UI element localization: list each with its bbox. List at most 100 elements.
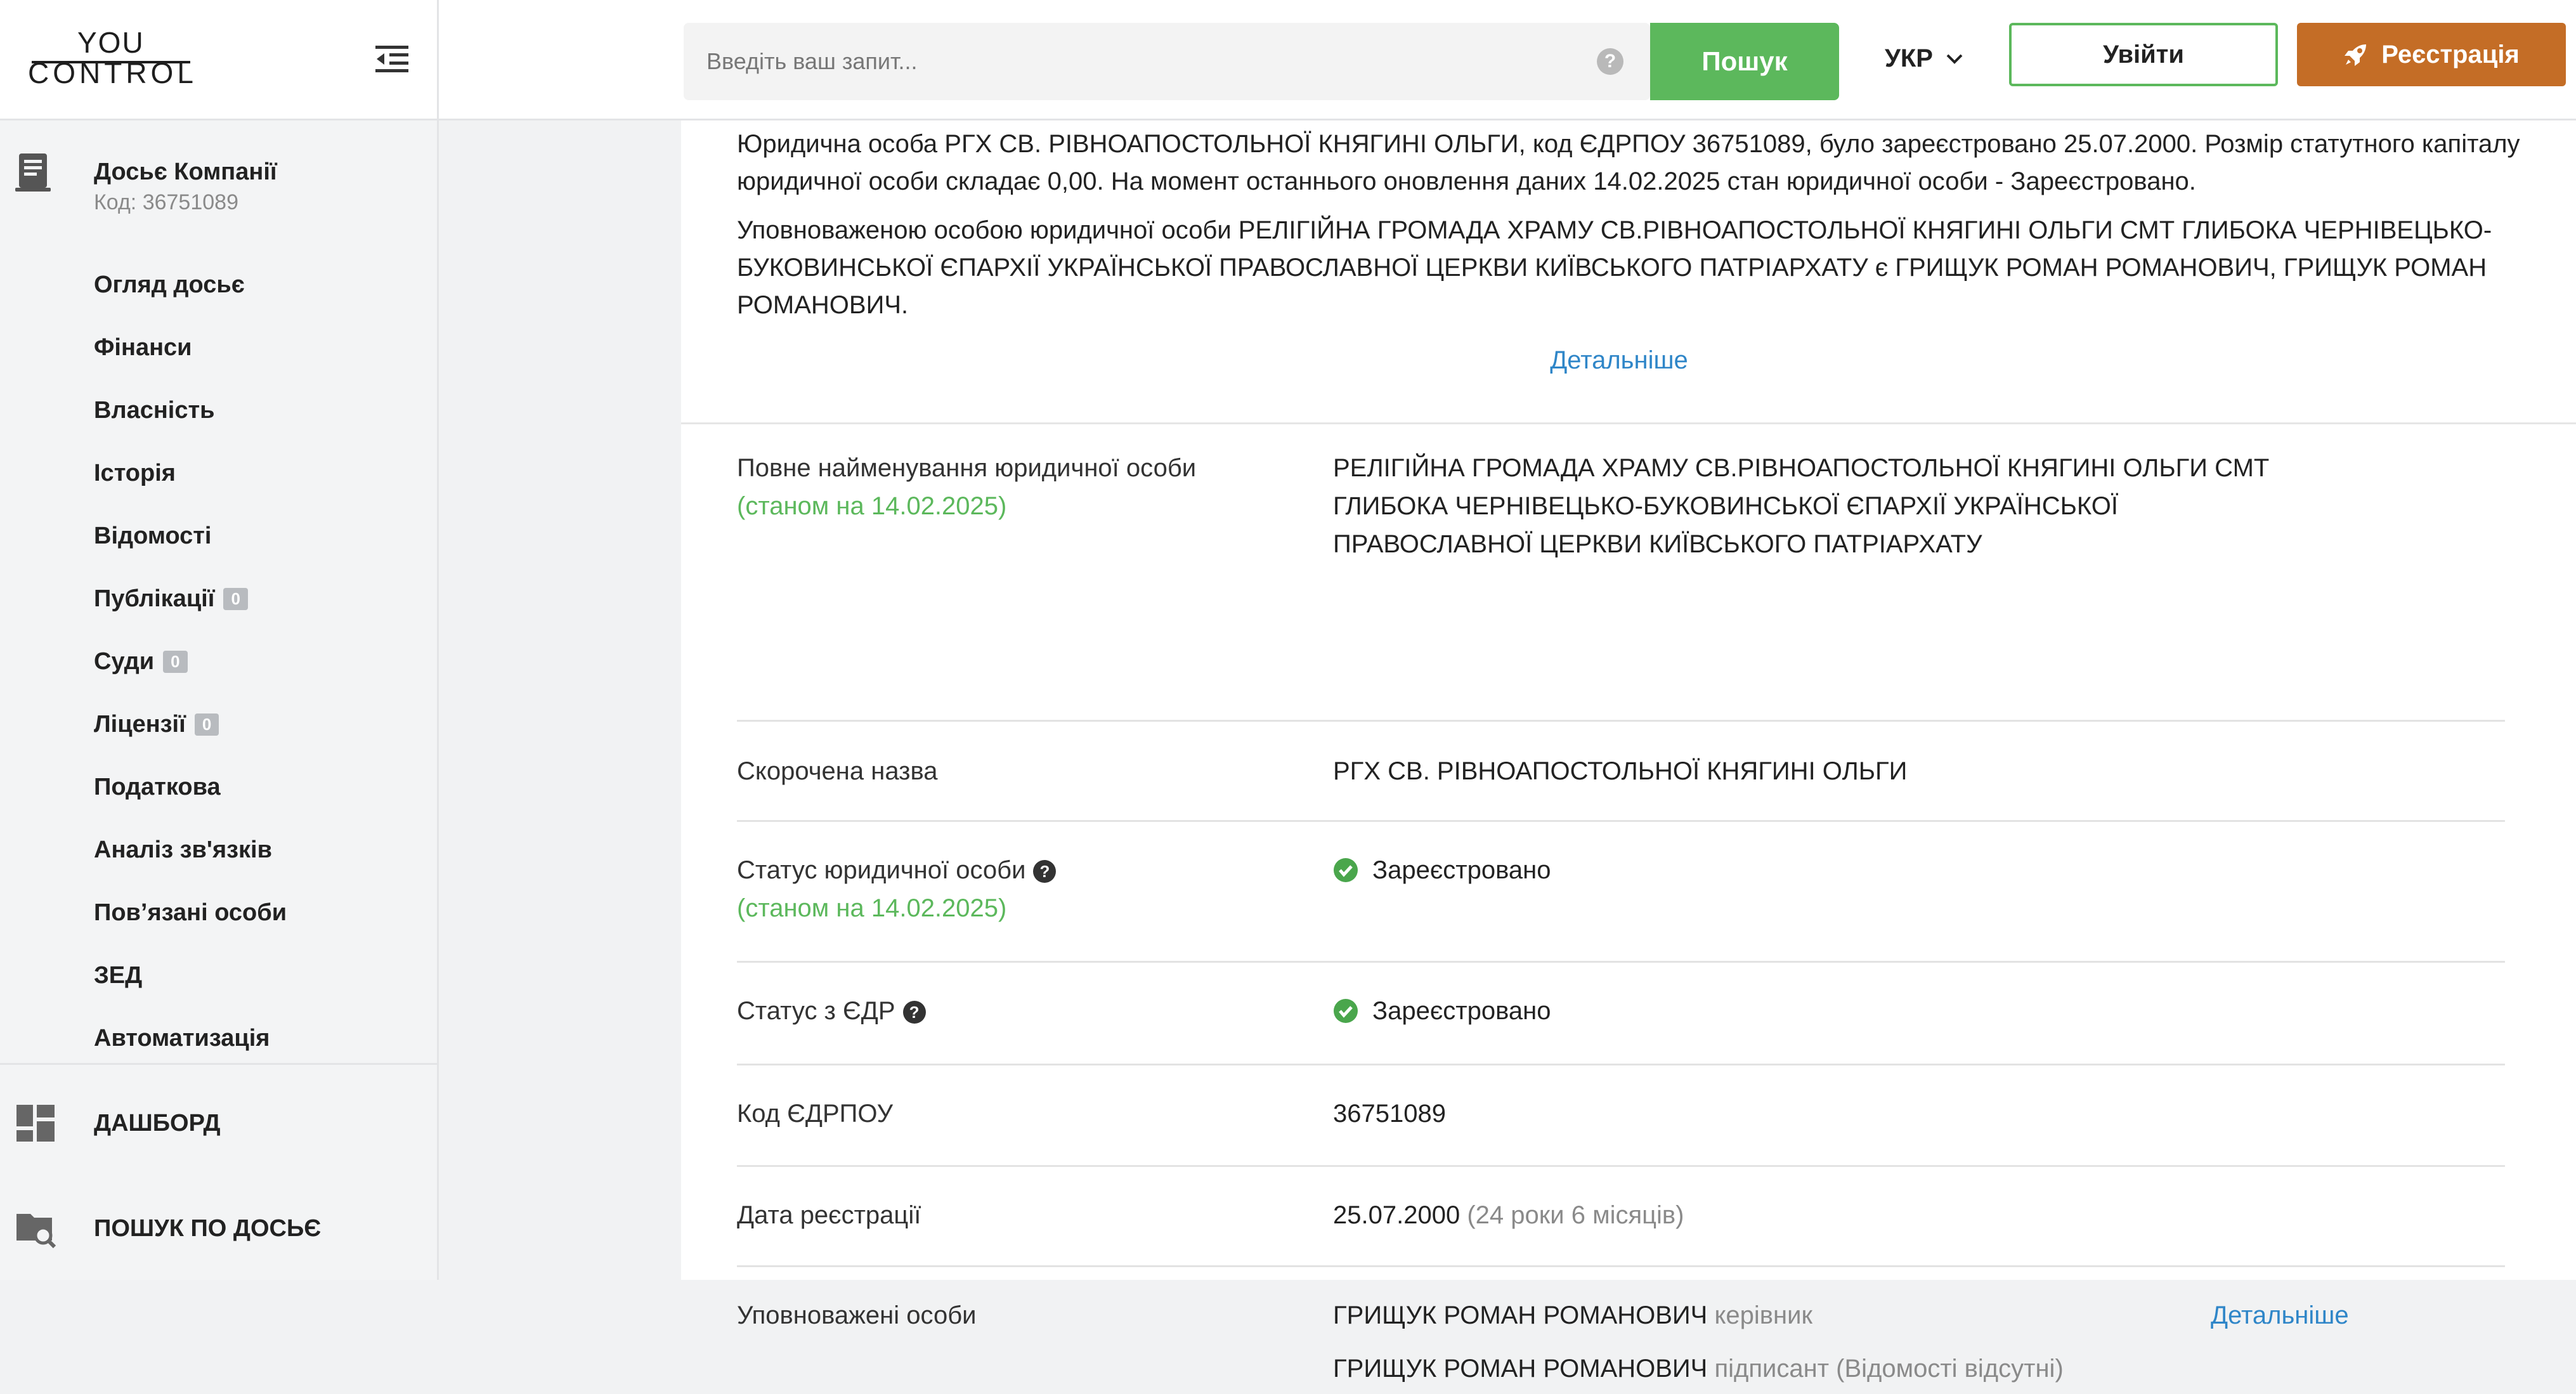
help-icon[interactable]: ? <box>1597 48 1623 75</box>
register-label: Реєстрація <box>2381 40 2520 68</box>
nav-item-records[interactable]: Відомості <box>94 505 287 568</box>
dossier-code: Код: 36751089 <box>94 190 238 214</box>
sidebar: YOU CONTROL Досьє Компанії Код: 36751089… <box>0 0 439 1280</box>
person-role: підписант (Відомості відсутні) <box>1714 1355 2064 1383</box>
nav-item-foreign-trade[interactable]: ЗЕД <box>94 944 287 1007</box>
nav-item-label: Фінанси <box>94 334 192 361</box>
dossier-nav: Огляд досьє Фінанси Власність Історія Ві… <box>94 254 287 1070</box>
nav-item-label: Аналіз зв'язків <box>94 837 272 863</box>
nav-item-label: Публікації <box>94 585 215 612</box>
person-name: ГРИЩУК РОМАН РОМАНОВИЧ <box>1333 1301 1708 1329</box>
language-label: УКР <box>1885 44 1933 72</box>
dashboard-icon <box>16 1105 55 1142</box>
check-circle-icon <box>1334 999 1358 1023</box>
short-name-label: Скорочена назва <box>737 757 938 785</box>
row-label: Статус з ЄДР <box>737 997 895 1025</box>
status-text: Зареєстровано <box>1372 856 1551 884</box>
logo-line-2: CONTROL <box>28 56 197 89</box>
folder-search-icon <box>16 1214 56 1249</box>
full-name-line: РЕЛІГІЙНА ГРОМАДА ХРАМУ СВ.РІВНОАПОСТОЛЬ… <box>1333 454 2270 482</box>
authorized-list: ГРИЩУК РОМАН РОМАНОВИЧ керівник ГРИЩУК Р… <box>1333 1296 2221 1388</box>
row-edr-status: Статус з ЄДР? Зареєстровано <box>737 963 2505 1065</box>
nav-item-label: Відомості <box>94 523 212 549</box>
nav-item-related-persons[interactable]: Пов’язані особи <box>94 882 287 944</box>
edrpou-label: Код ЄДРПОУ <box>737 1100 894 1128</box>
nav-item-courts[interactable]: Суди 0 <box>94 630 287 693</box>
company-summary: Юридична особа РГХ СВ. РІВНОАПОСТОЛЬНОЇ … <box>737 126 2563 335</box>
search-box: ? <box>684 23 1650 100</box>
edrpou-value: 36751089 <box>1333 1100 1446 1128</box>
row-label: Статус юридичної особи <box>737 856 1026 884</box>
full-name-value: РЕЛІГІЙНА ГРОМАДА ХРАМУ СВ.РІВНОАПОСТОЛЬ… <box>1333 449 2269 563</box>
dashboard-link[interactable]: ДАШБОРД <box>15 1102 221 1144</box>
row-full-name: Повне найменування юридичної особи (стан… <box>737 449 2505 722</box>
row-short-name: Скорочена назва РГХ СВ. РІВНОАПОСТОЛЬНОЇ… <box>737 722 2505 822</box>
question-icon[interactable]: ? <box>1033 860 1057 883</box>
reg-date: 25.07.2000 <box>1333 1201 1460 1229</box>
nav-item-label: Огляд досьє <box>94 271 245 298</box>
summary-paragraph-1: Юридична особа РГХ СВ. РІВНОАПОСТОЛЬНОЇ … <box>737 130 2520 195</box>
full-name-line: ГЛИБОКА ЧЕРНІВЕЦЬКО-БУКОВИНСЬКОЇ ЄПАРХІЇ… <box>1333 492 2118 520</box>
language-selector[interactable]: УКР <box>1885 44 1963 73</box>
reg-date-label: Дата реєстрації <box>737 1201 921 1229</box>
status-label: Статус юридичної особи? (станом на 14.02… <box>737 851 1057 927</box>
count-badge: 0 <box>223 588 248 610</box>
document-icon <box>15 152 53 193</box>
nav-item-publications[interactable]: Публікації 0 <box>94 568 287 630</box>
nav-item-automation[interactable]: Автоматизація <box>94 1007 287 1070</box>
count-badge: 0 <box>163 651 188 673</box>
row-label: Повне найменування юридичної особи <box>737 454 1197 482</box>
row-registration-date: Дата реєстрації 25.07.2000 (24 роки 6 мі… <box>737 1167 2505 1267</box>
reg-date-value: 25.07.2000 (24 роки 6 місяців) <box>1333 1196 1684 1234</box>
logo-area: YOU CONTROL <box>0 0 437 121</box>
nav-item-overview[interactable]: Огляд досьє <box>94 254 287 316</box>
short-name-value: РГХ СВ. РІВНОАПОСТОЛЬНОЇ КНЯГИНІ ОЛЬГИ <box>1333 757 1908 785</box>
edr-status-value: Зареєстровано <box>1333 992 1551 1030</box>
card-divider <box>681 422 2576 424</box>
company-card: Юридична особа РГХ СВ. РІВНОАПОСТОЛЬНОЇ … <box>681 121 2576 1383</box>
person-name: ГРИЩУК РОМАН РОМАНОВИЧ <box>1333 1355 1708 1383</box>
search-input[interactable] <box>706 23 1582 100</box>
nav-item-label: Власність <box>94 397 215 424</box>
dossier-search-label: ПОШУК ПО ДОСЬЄ <box>94 1215 322 1242</box>
youcontrol-logo[interactable]: YOU CONTROL <box>28 25 198 95</box>
question-icon[interactable]: ? <box>902 1001 926 1024</box>
nav-item-label: Пов’язані особи <box>94 899 287 926</box>
nav-item-history[interactable]: Історія <box>94 442 287 505</box>
nav-item-label: Ліцензії <box>94 711 186 738</box>
company-age: (24 роки 6 місяців) <box>1467 1201 1684 1229</box>
register-button[interactable]: Реєстрація <box>2297 23 2566 86</box>
authorized-label: Уповноважені особи <box>737 1301 977 1329</box>
sidebar-divider <box>0 1063 437 1065</box>
nav-item-finance[interactable]: Фінанси <box>94 316 287 379</box>
as-of-date: (станом на 14.02.2025) <box>737 894 1007 922</box>
nav-item-ownership[interactable]: Власність <box>94 379 287 442</box>
nav-item-label: Історія <box>94 460 176 486</box>
summary-more-link[interactable]: Детальніше <box>681 346 2557 375</box>
nav-item-connections[interactable]: Аналіз зв'язків <box>94 819 287 882</box>
check-circle-icon <box>1334 858 1358 882</box>
as-of-date: (станом на 14.02.2025) <box>737 492 1007 520</box>
dossier-title: Досьє Компанії <box>94 159 277 185</box>
nav-item-tax[interactable]: Податкова <box>94 756 287 819</box>
collapse-menu-icon[interactable] <box>375 44 408 74</box>
nav-item-label: ЗЕД <box>94 962 143 989</box>
row-authorized-persons: Уповноважені особи ГРИЩУК РОМАН РОМАНОВИ… <box>737 1267 2505 1394</box>
authorized-person: ГРИЩУК РОМАН РОМАНОВИЧ керівник <box>1333 1296 2221 1334</box>
nav-item-licenses[interactable]: Ліцензії 0 <box>94 693 287 756</box>
nav-item-label: Автоматизація <box>94 1025 270 1052</box>
status-value: Зареєстровано <box>1333 851 1551 889</box>
login-button[interactable]: Увійти <box>2009 23 2278 86</box>
nav-item-label: Суди <box>94 648 155 675</box>
logo-line-1: YOU <box>77 26 145 59</box>
authorized-more-link[interactable]: Детальніше <box>2211 1296 2349 1334</box>
row-status: Статус юридичної особи? (станом на 14.02… <box>737 822 2505 963</box>
dossier-search-link[interactable]: ПОШУК ПО ДОСЬЄ <box>15 1208 321 1249</box>
edr-status-label: Статус з ЄДР? <box>737 992 926 1030</box>
chevron-down-icon <box>1946 54 1963 64</box>
search-button[interactable]: Пошук <box>1650 23 1839 100</box>
authorized-person: ГРИЩУК РОМАН РОМАНОВИЧ підписант (Відомо… <box>1333 1350 2221 1388</box>
row-edrpou: Код ЄДРПОУ 36751089 <box>737 1065 2505 1167</box>
summary-paragraph-2: Уповноваженою особою юридичної особи РЕЛ… <box>737 216 2492 319</box>
count-badge: 0 <box>194 713 219 736</box>
